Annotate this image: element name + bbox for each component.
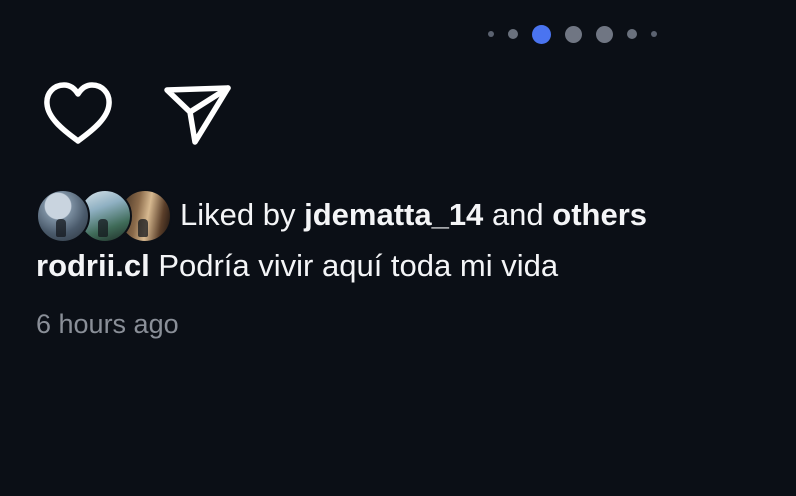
carousel-dot — [651, 31, 657, 37]
caption-text: Podría vivir aquí toda mi vida — [158, 248, 559, 283]
post-timestamp: 6 hours ago — [36, 309, 179, 339]
post-caption: rodrii.cl Podría vivir aquí toda mi vida — [36, 246, 558, 286]
heart-icon[interactable] — [42, 81, 114, 147]
carousel-dot — [565, 25, 582, 43]
author-username-link[interactable]: rodrii.cl — [36, 248, 150, 283]
carousel-dot — [627, 29, 637, 39]
liked-by-text: Liked by jdematta_14 and others — [180, 195, 647, 235]
carousel-dot — [508, 29, 518, 39]
carousel-dot — [488, 31, 494, 37]
liker-avatars[interactable] — [36, 187, 172, 243]
avatar[interactable] — [36, 189, 90, 243]
carousel-dot — [596, 25, 613, 43]
others-link[interactable]: others — [552, 197, 647, 232]
carousel-indicator — [488, 24, 657, 44]
liker-username-link[interactable]: jdematta_14 — [304, 197, 483, 232]
send-icon[interactable] — [160, 82, 234, 148]
post-footer: Liked by jdematta_14 and others rodrii.c… — [0, 0, 796, 496]
liked-by-conjunction: and — [491, 197, 544, 232]
liked-by-prefix: Liked by — [180, 197, 296, 232]
carousel-dot-active — [532, 24, 551, 44]
liked-by-row[interactable]: Liked by jdematta_14 and others — [36, 186, 647, 244]
